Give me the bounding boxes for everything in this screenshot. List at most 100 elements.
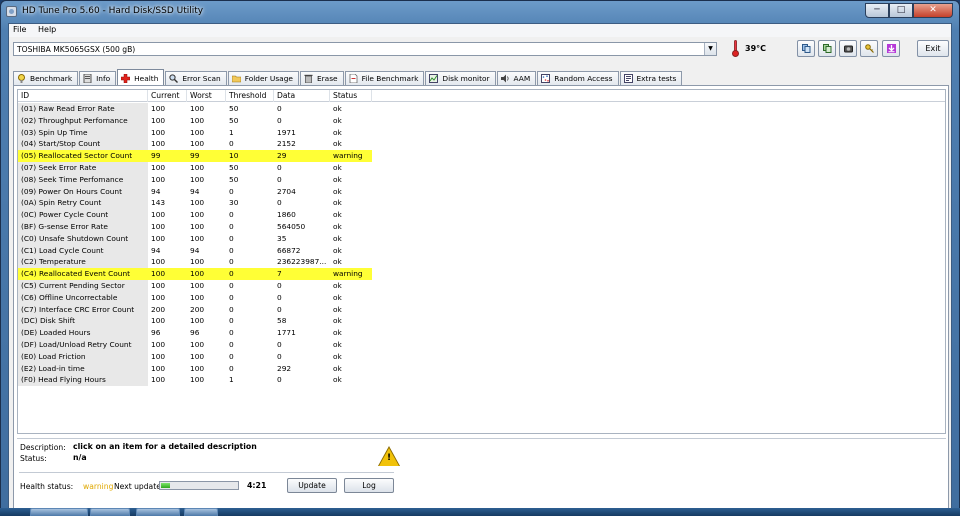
divider (19, 472, 394, 473)
table-row[interactable]: (08) Seek Time Perfomance 100 100 50 0 ok (18, 173, 945, 186)
copy-button[interactable] (797, 40, 815, 57)
table-row[interactable]: (C4) Reallocated Event Count 100 100 0 7 warn… (18, 268, 945, 280)
taskbar-item[interactable] (30, 508, 88, 516)
cell-worst: 100 (190, 233, 205, 243)
tab-folder-usage[interactable]: Folder Usage (227, 71, 299, 85)
table-row[interactable]: (BF) G-sense Error Rate 100 100 0 564050 ok (18, 220, 945, 233)
cell-worst: 100 (187, 268, 226, 280)
table-row[interactable]: (C1) Load Cycle Count 94 94 0 66872 ok (18, 244, 945, 257)
menu-file[interactable]: File (13, 25, 26, 34)
table-row[interactable]: (01) Raw Read Error Rate 100 100 50 0 ok (18, 103, 945, 115)
cell-current: 100 (151, 221, 166, 231)
table-row[interactable]: (05) Reallocated Sector Count 99 99 10 29 war… (18, 150, 945, 162)
cell-threshold: 0 (229, 339, 234, 349)
details-area: Description: click on an item for a deta… (17, 438, 946, 508)
table-row[interactable]: (04) Start/Stop Count 100 100 0 2152 ok (18, 138, 945, 151)
log-button[interactable]: Log (344, 478, 394, 493)
tab-benchmark[interactable]: Benchmark (13, 71, 79, 85)
magnifier-icon (169, 74, 179, 83)
table-row[interactable]: (09) Power On Hours Count 94 94 0 2704 ok (18, 185, 945, 198)
table-header: ID Current Worst Threshold Data Status (18, 90, 945, 102)
table-row[interactable]: (C0) Unsafe Shutdown Count 100 100 0 35 ok (18, 232, 945, 245)
client-area: File Help TOSHIBA MK5065GSX (500 gB) ▼ 3… (8, 23, 952, 513)
cell-worst: 100 (190, 162, 205, 172)
menu-help[interactable]: Help (38, 25, 56, 34)
cell-status: ok (333, 162, 342, 172)
key-icon (865, 44, 874, 53)
maximize-button[interactable]: □ (889, 3, 913, 18)
taskbar-item[interactable] (184, 508, 218, 516)
table-row[interactable]: (02) Throughput Perfomance 100 100 50 0 ok (18, 114, 945, 127)
cell-id: (C6) Offline Uncorrectable (18, 291, 148, 304)
title-bar[interactable]: HD Tune Pro 5.60 - Hard Disk/SSD Utility… (1, 1, 959, 23)
save-button[interactable] (818, 40, 836, 57)
table-row[interactable]: (C6) Offline Uncorrectable 100 100 0 0 ok (18, 291, 945, 304)
status-label: Status: (20, 454, 47, 463)
cell-worst: 100 (190, 104, 205, 113)
cell-id: (E0) Load Friction (18, 350, 148, 363)
update-button[interactable]: Update (287, 478, 337, 493)
tab-aam[interactable]: AAM (496, 71, 537, 85)
taskbar-item[interactable] (90, 508, 130, 516)
random-access-icon (541, 74, 551, 83)
cell-data: 1860 (277, 210, 296, 220)
tab-file-benchmark[interactable]: File Benchmark (344, 71, 425, 85)
table-row[interactable]: (07) Seek Error Rate 100 100 50 0 ok (18, 161, 945, 174)
smart-attributes-table[interactable]: ID Current Worst Threshold Data Status (… (17, 89, 946, 434)
cell-current: 100 (151, 210, 166, 220)
cell-threshold: 50 (229, 115, 239, 125)
close-button[interactable]: ✕ (913, 3, 953, 18)
tab-error-scan[interactable]: Error Scan (165, 71, 227, 85)
cell-data: 1771 (277, 328, 296, 338)
drive-select[interactable]: TOSHIBA MK5065GSX (500 gB) ▼ (13, 42, 717, 56)
column-header-worst[interactable]: Worst (187, 90, 226, 102)
tab-disk-monitor[interactable]: Disk monitor (425, 71, 496, 85)
table-row[interactable]: (DF) Load/Unload Retry Count 100 100 0 0 ok (18, 338, 945, 351)
taskbar-item[interactable] (136, 508, 180, 516)
cell-status: warning (330, 150, 372, 162)
main-window: HD Tune Pro 5.60 - Hard Disk/SSD Utility… (0, 0, 960, 516)
cell-id: (0A) Spin Retry Count (18, 197, 148, 210)
options-button[interactable] (860, 40, 878, 57)
cell-data: 2704 (277, 186, 296, 196)
table-row[interactable]: (C5) Current Pending Sector 100 100 0 0 ok (18, 279, 945, 292)
table-row[interactable]: (E0) Load Friction 100 100 0 0 ok (18, 350, 945, 363)
tab-random-access[interactable]: Random Access (537, 71, 619, 85)
table-row[interactable]: (DC) Disk Shift 100 100 0 58 ok (18, 315, 945, 328)
cell-current: 143 (151, 198, 166, 208)
table-row[interactable]: (C2) Temperature 100 100 0 236223987... ok (18, 256, 945, 269)
table-row[interactable]: (0A) Spin Retry Count 143 100 30 0 ok (18, 197, 945, 210)
cell-threshold: 0 (229, 257, 234, 267)
column-header-data[interactable]: Data (274, 90, 330, 102)
info-icon (83, 74, 92, 83)
cell-id: (C5) Current Pending Sector (18, 279, 148, 292)
column-header-threshold[interactable]: Threshold (226, 90, 274, 102)
tab-health[interactable]: Health (117, 69, 165, 86)
cell-current: 94 (151, 245, 161, 255)
tab-erase[interactable]: Erase (299, 71, 344, 85)
health-status-value: warning (83, 482, 114, 491)
cell-id: (C4) Reallocated Event Count (18, 268, 148, 280)
update-download-button[interactable] (882, 40, 900, 57)
minimize-button[interactable]: ─ (865, 3, 889, 18)
table-row[interactable]: (DE) Loaded Hours 96 96 0 1771 ok (18, 327, 945, 339)
cell-threshold: 1 (229, 375, 234, 385)
table-row[interactable]: (E2) Load-in time 100 100 0 292 ok (18, 362, 945, 375)
table-row[interactable]: (0C) Power Cycle Count 100 100 0 1860 ok (18, 209, 945, 221)
cell-status: ok (333, 174, 342, 184)
file-icon (349, 74, 357, 83)
chevron-down-icon[interactable]: ▼ (704, 43, 716, 55)
table-row[interactable]: (F0) Head Flying Hours 100 100 1 0 ok (18, 374, 945, 387)
tab-info[interactable]: Info (79, 71, 117, 85)
camera-icon (844, 45, 853, 53)
exit-button[interactable]: Exit (917, 40, 949, 57)
screenshot-button[interactable] (839, 40, 857, 57)
column-header-status[interactable]: Status (330, 90, 372, 102)
table-row[interactable]: (03) Spin Up Time 100 100 1 1971 ok (18, 126, 945, 139)
column-header-current[interactable]: Current (148, 90, 187, 102)
column-header-id[interactable]: ID (18, 90, 148, 102)
table-row[interactable]: (C7) Interface CRC Error Count 200 200 0 0 ok (18, 303, 945, 316)
tab-extra-tests[interactable]: Extra tests (619, 71, 683, 85)
cell-data: 0 (277, 115, 282, 125)
cell-worst: 96 (190, 328, 200, 338)
